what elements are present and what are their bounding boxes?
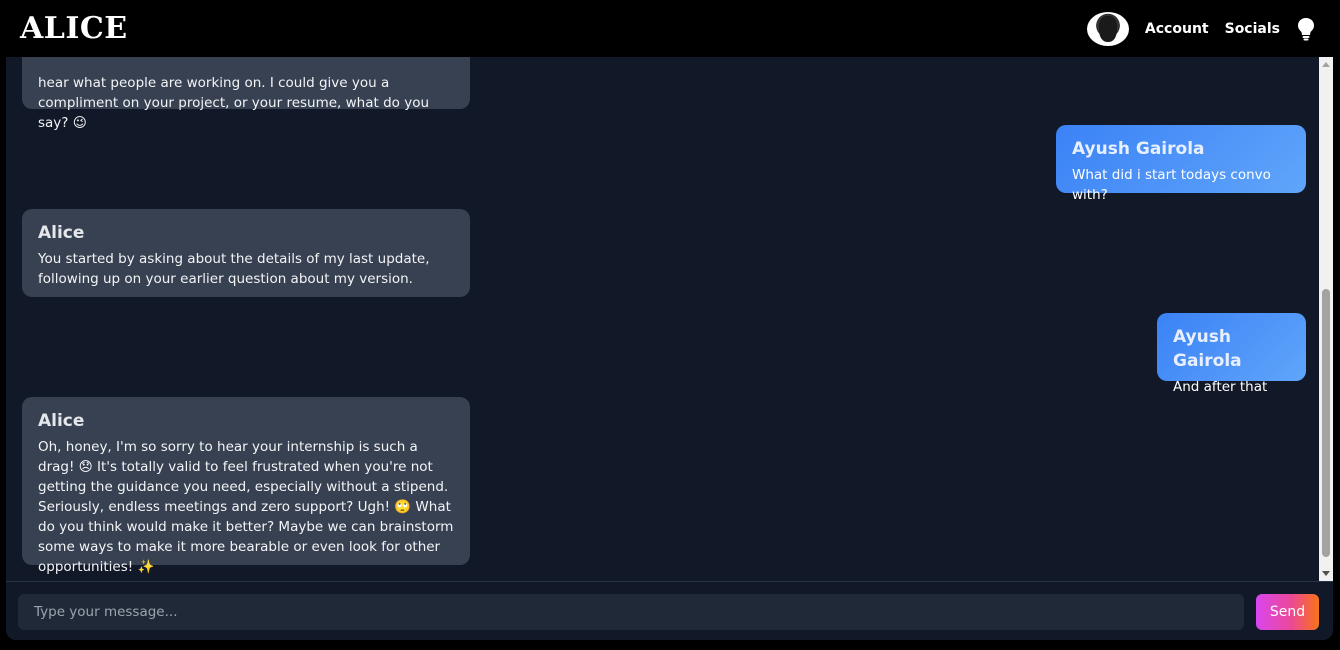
send-button[interactable]: Send: [1256, 594, 1319, 630]
message-bubble-bot: Alice You started by asking about the de…: [22, 209, 470, 297]
top-bar: ALICE Account Socials: [0, 0, 1340, 57]
app-logo[interactable]: ALICE: [20, 11, 128, 46]
message-text: What did i start todays convo with?: [1072, 167, 1271, 203]
message-sender: Alice: [38, 223, 85, 243]
message-input[interactable]: [18, 594, 1244, 630]
nav-socials-link[interactable]: Socials: [1225, 21, 1280, 37]
message-bubble-bot: Alice Oh, honey, I'm so sorry to hear yo…: [22, 397, 470, 575]
message-text: hear what people are working on. I could…: [38, 75, 430, 131]
chat-scrollbar[interactable]: [1319, 57, 1333, 581]
message-sender: Ayush Gairola: [1173, 327, 1242, 371]
message-text: Oh, honey, I'm so sorry to hear your int…: [38, 439, 454, 575]
message-list[interactable]: hear what people are working on. I could…: [6, 57, 1319, 581]
message-bubble-user: Ayush Gairola And after that: [1157, 313, 1306, 395]
nav-account-link[interactable]: Account: [1145, 21, 1209, 37]
message-text: And after that: [1173, 379, 1268, 395]
avatar[interactable]: [1086, 11, 1129, 46]
chat-panel: hear what people are working on. I could…: [6, 57, 1333, 640]
message-bubble-user: Ayush Gairola What did i start todays co…: [1056, 125, 1306, 203]
scroll-down-icon[interactable]: [1322, 571, 1330, 576]
message-sender: Ayush Gairola: [1072, 139, 1205, 159]
nav-bar: Account Socials: [1086, 11, 1320, 46]
scroll-up-icon[interactable]: [1322, 62, 1330, 67]
lightbulb-icon[interactable]: [1296, 17, 1316, 41]
scrollbar-thumb[interactable]: [1322, 289, 1330, 557]
message-bubble-bot: hear what people are working on. I could…: [22, 57, 470, 131]
composer: Send: [6, 581, 1333, 640]
message-sender: Alice: [38, 411, 85, 431]
message-text: You started by asking about the details …: [38, 251, 430, 287]
